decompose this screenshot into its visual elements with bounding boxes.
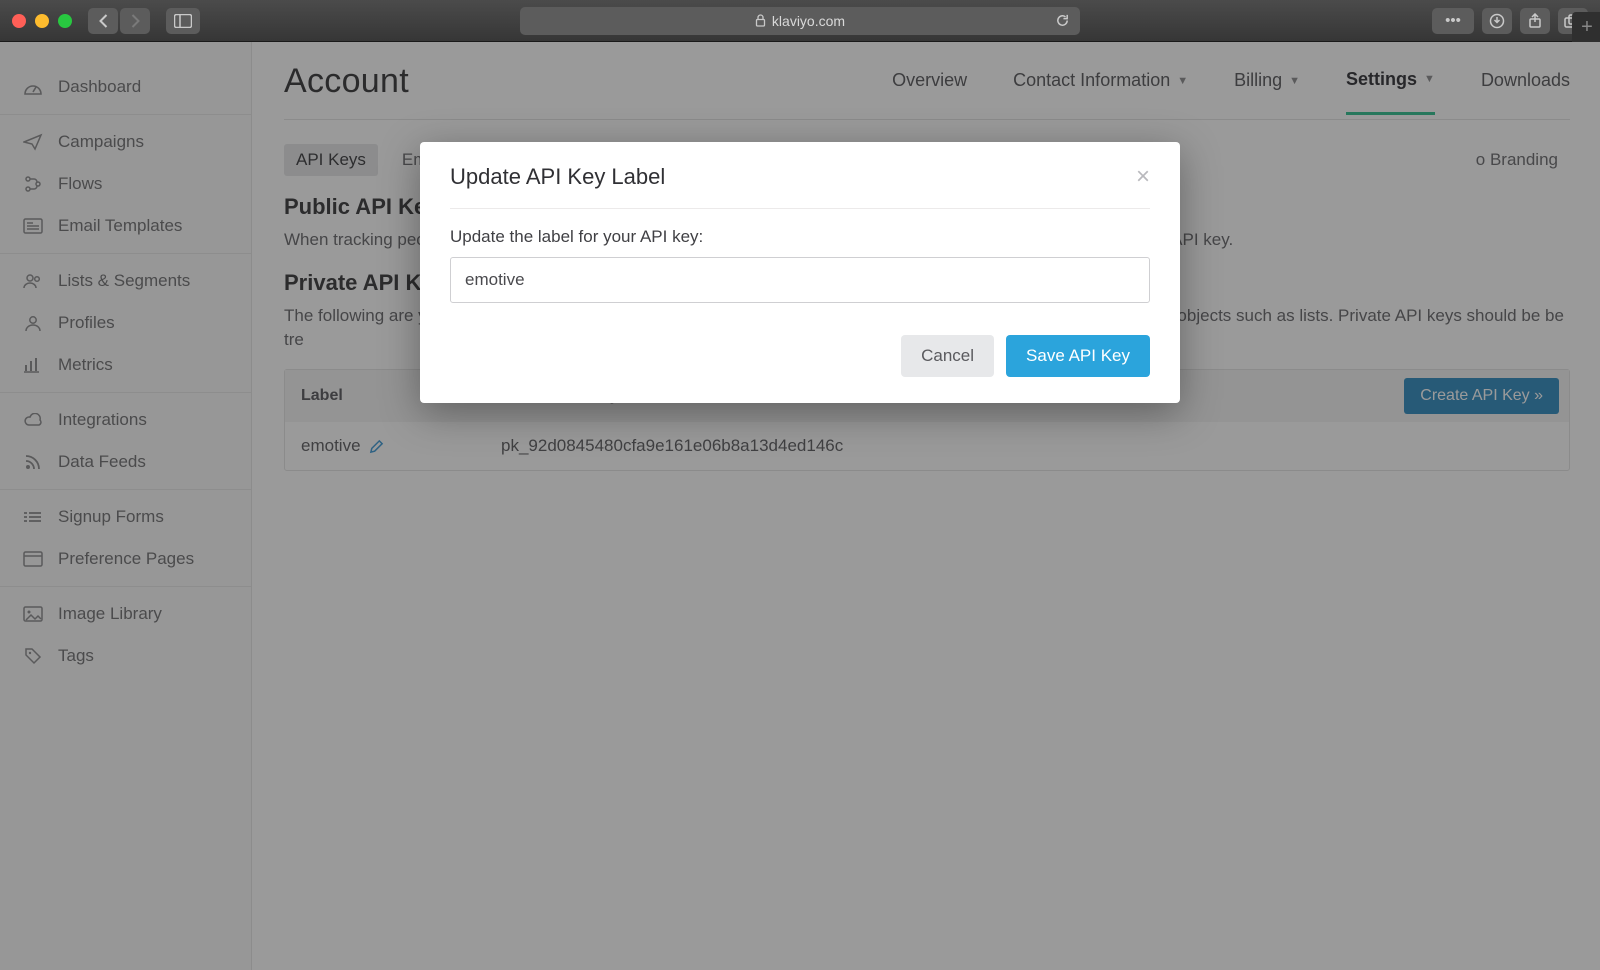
api-key-label-text: emotive xyxy=(301,436,361,456)
account-top-nav: Overview Contact Information▼ Billing▼ S… xyxy=(892,69,1570,95)
chevron-down-icon: ▼ xyxy=(1424,73,1435,85)
sidebar-item-flows[interactable]: Flows xyxy=(0,163,251,205)
sidebar-item-signup-forms[interactable]: Signup Forms xyxy=(0,496,251,538)
branch-icon xyxy=(22,175,44,193)
tab-downloads[interactable]: Downloads xyxy=(1481,69,1570,115)
sidebar-item-label: Campaigns xyxy=(58,132,144,152)
tab-billing[interactable]: Billing▼ xyxy=(1234,69,1300,115)
address-bar-text: klaviyo.com xyxy=(772,13,845,29)
page-title: Account xyxy=(284,62,409,101)
lock-icon xyxy=(755,14,766,27)
sidebar-item-campaigns[interactable]: Campaigns xyxy=(0,121,251,163)
address-bar[interactable]: klaviyo.com xyxy=(520,7,1080,35)
api-key-value: pk_92d0845480cfa9e161e06b8a13d4ed146c xyxy=(501,436,1553,456)
form-icon xyxy=(22,510,44,524)
modal-title: Update API Key Label xyxy=(450,164,665,190)
gauge-icon xyxy=(22,78,44,96)
extension-button[interactable]: ••• xyxy=(1432,8,1474,34)
page-icon xyxy=(22,551,44,567)
share-button[interactable] xyxy=(1520,8,1550,34)
api-key-label-input[interactable] xyxy=(450,257,1150,303)
sidebar: Dashboard Campaigns Flows xyxy=(0,42,252,970)
pencil-icon[interactable] xyxy=(369,439,384,454)
cloud-icon xyxy=(22,413,44,427)
close-icon[interactable]: × xyxy=(1136,165,1150,189)
sidebar-item-data-feeds[interactable]: Data Feeds xyxy=(0,441,251,483)
sidebar-item-label: Email Templates xyxy=(58,216,182,236)
forward-button[interactable] xyxy=(120,8,150,34)
image-icon xyxy=(22,606,44,622)
update-api-key-label-modal: Update API Key Label × Update the label … xyxy=(420,142,1180,403)
sidebar-item-lists-segments[interactable]: Lists & Segments xyxy=(0,260,251,302)
table-row: emotive pk_92d0845480cfa9e161e06b8a13d4e… xyxy=(285,422,1569,470)
create-api-key-button[interactable]: Create API Key » xyxy=(1404,378,1559,414)
sidebar-item-label: Profiles xyxy=(58,313,115,333)
downloads-button[interactable] xyxy=(1482,8,1512,34)
tab-settings[interactable]: Settings▼ xyxy=(1346,69,1435,115)
sidebar-item-label: Signup Forms xyxy=(58,507,164,527)
window-zoom-button[interactable] xyxy=(58,14,72,28)
back-button[interactable] xyxy=(88,8,118,34)
sidebar-item-label: Metrics xyxy=(58,355,113,375)
sidebar-item-label: Integrations xyxy=(58,410,147,430)
sidebar-item-dashboard[interactable]: Dashboard xyxy=(0,66,251,108)
tab-contact-information[interactable]: Contact Information▼ xyxy=(1013,69,1188,115)
sidebar-item-integrations[interactable]: Integrations xyxy=(0,399,251,441)
cancel-button[interactable]: Cancel xyxy=(901,335,994,377)
window-controls xyxy=(12,14,72,28)
subtab-api-keys[interactable]: API Keys xyxy=(284,144,378,176)
sidebar-item-profiles[interactable]: Profiles xyxy=(0,302,251,344)
sidebar-item-label: Data Feeds xyxy=(58,452,146,472)
sidebar-item-email-templates[interactable]: Email Templates xyxy=(0,205,251,247)
browser-toolbar: klaviyo.com ••• + xyxy=(0,0,1600,42)
sidebar-item-label: Tags xyxy=(58,646,94,666)
sidebar-item-label: Flows xyxy=(58,174,102,194)
sidebar-item-label: Preference Pages xyxy=(58,549,194,569)
sidebar-item-tags[interactable]: Tags xyxy=(0,635,251,677)
newspaper-icon xyxy=(22,218,44,234)
sidebar-item-label: Lists & Segments xyxy=(58,271,190,291)
sidebar-item-label: Dashboard xyxy=(58,77,141,97)
modal-instruction: Update the label for your API key: xyxy=(450,227,1150,247)
tab-overview[interactable]: Overview xyxy=(892,69,967,115)
sidebar-item-metrics[interactable]: Metrics xyxy=(0,344,251,386)
window-minimize-button[interactable] xyxy=(35,14,49,28)
chevron-down-icon: ▼ xyxy=(1289,75,1300,87)
new-tab-button[interactable]: + xyxy=(1572,12,1600,42)
users-icon xyxy=(22,273,44,289)
reload-icon[interactable] xyxy=(1055,13,1070,28)
bar-chart-icon xyxy=(22,357,44,373)
tag-icon xyxy=(22,647,44,665)
user-icon xyxy=(22,314,44,332)
subtab-branding[interactable]: o Branding xyxy=(1464,144,1570,176)
paper-plane-icon xyxy=(22,133,44,151)
sidebar-item-preference-pages[interactable]: Preference Pages xyxy=(0,538,251,580)
window-close-button[interactable] xyxy=(12,14,26,28)
sidebar-item-image-library[interactable]: Image Library xyxy=(0,593,251,635)
chevron-down-icon: ▼ xyxy=(1177,75,1188,87)
save-api-key-button[interactable]: Save API Key xyxy=(1006,335,1150,377)
sidebar-toggle-button[interactable] xyxy=(166,8,200,34)
rss-icon xyxy=(22,453,44,471)
sidebar-item-label: Image Library xyxy=(58,604,162,624)
